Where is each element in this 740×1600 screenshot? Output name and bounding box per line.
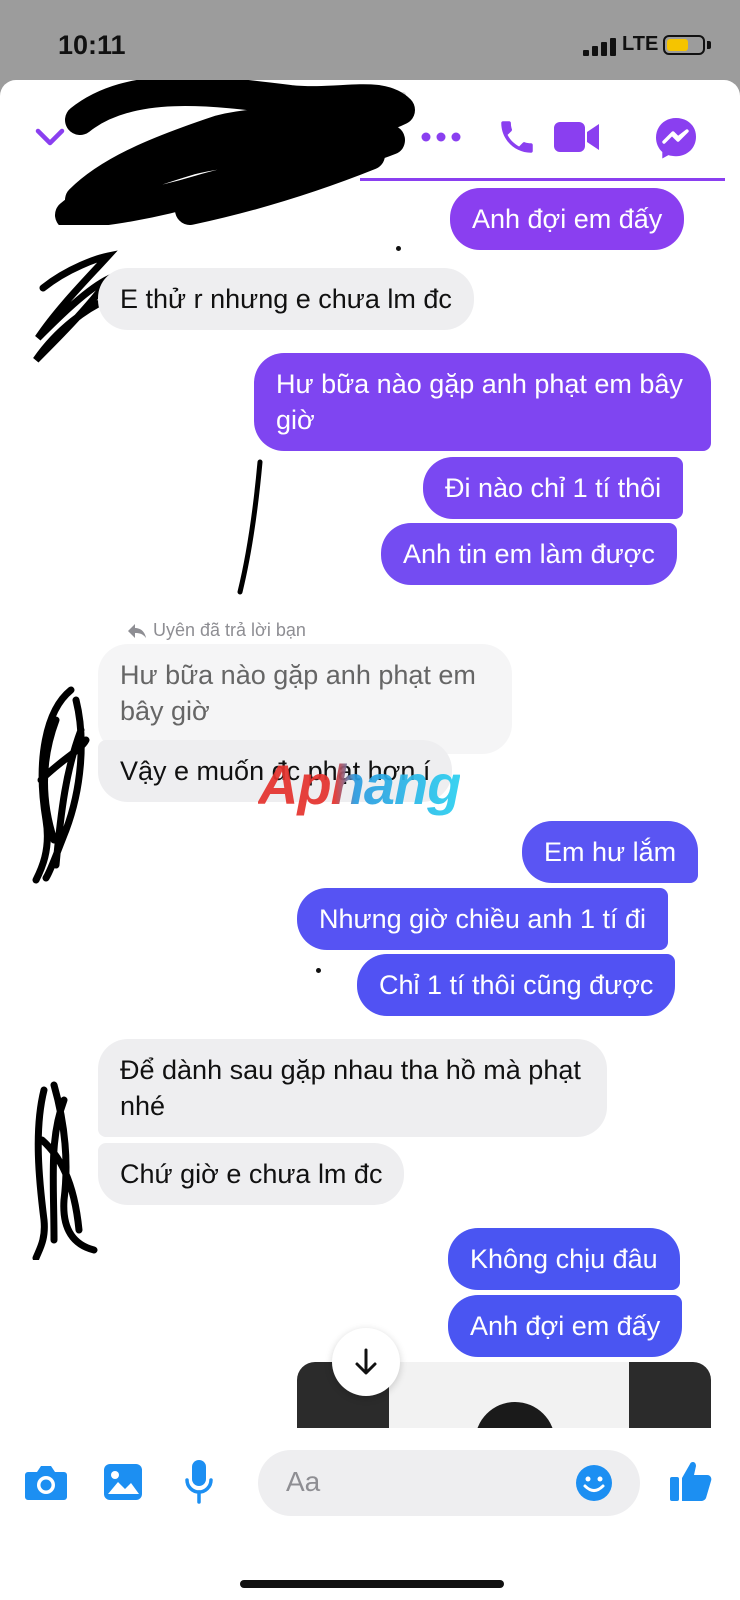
redacted-avatar xyxy=(32,686,90,884)
messenger-icon[interactable] xyxy=(654,116,698,160)
microphone-icon[interactable] xyxy=(184,1458,214,1506)
message-bubble-outgoing[interactable]: Nhưng giờ chiều anh 1 tí đi xyxy=(297,888,668,950)
battery-tip xyxy=(707,41,711,49)
quoted-message[interactable]: Hư bữa nào gặp anh phạt em bây giờ xyxy=(98,644,512,754)
video-icon[interactable] xyxy=(553,120,601,154)
reply-note: Uyên đã trả lời bạn xyxy=(127,620,306,641)
read-dot xyxy=(316,968,321,973)
message-text: Để dành sau gặp nhau tha hồ mà phạt nhé xyxy=(120,1055,581,1121)
message-text: Em hư lắm xyxy=(544,837,677,867)
more-icon[interactable] xyxy=(420,130,462,144)
message-bubble-outgoing[interactable]: Đi nào chỉ 1 tí thôi xyxy=(423,457,684,519)
message-bubble-outgoing[interactable]: Hư bữa nào gặp anh phạt em bây giờ xyxy=(254,353,711,451)
message-text: Không chịu đâu xyxy=(470,1244,658,1274)
message-text: Chứ giờ e chưa lm đc xyxy=(120,1159,383,1189)
message-bubble-incoming[interactable]: E thử r nhưng e chưa lm đc xyxy=(98,268,474,330)
message-text: Nhưng giờ chiều anh 1 tí đi xyxy=(319,904,646,934)
message-bubble-outgoing[interactable]: Chỉ 1 tí thôi cũng được xyxy=(357,954,676,1016)
message-text: Anh tin em làm được xyxy=(403,539,655,569)
message-text: Chỉ 1 tí thôi cũng được xyxy=(379,970,654,1000)
message-text: E thử r nhưng e chưa lm đc xyxy=(120,284,452,314)
camera-icon[interactable] xyxy=(24,1462,68,1502)
quoted-text: Hư bữa nào gặp anh phạt em bây giờ xyxy=(120,660,476,726)
scroll-to-bottom-button[interactable] xyxy=(332,1328,400,1396)
watermark: Aphang xyxy=(258,753,461,816)
emoji-icon[interactable] xyxy=(574,1463,614,1503)
message-composer: Aa xyxy=(0,1428,740,1538)
conversation-sheet: Anh đợi em đấy E thử r nhưng e chưa lm đ… xyxy=(0,80,740,1600)
message-text: Anh đợi em đấy xyxy=(472,204,663,234)
message-bubble-incoming[interactable]: Để dành sau gặp nhau tha hồ mà phạt nhé xyxy=(98,1039,607,1137)
message-bubble-outgoing[interactable]: Em hư lắm xyxy=(522,821,699,883)
message-bubble-outgoing[interactable]: Anh đợi em đấy xyxy=(448,1295,683,1357)
scribble-mark xyxy=(237,459,263,595)
message-input[interactable]: Aa xyxy=(258,1450,640,1516)
thumbs-up-icon[interactable] xyxy=(668,1458,714,1504)
message-bubble-outgoing[interactable]: Anh tin em làm được xyxy=(381,523,677,585)
message-text: Hư bữa nào gặp anh phạt em bây giờ xyxy=(276,369,683,435)
status-time: 10:11 xyxy=(58,30,126,60)
status-bar: 10:11 LTE xyxy=(0,0,740,80)
redacted-contact-name xyxy=(55,80,415,225)
battery-icon xyxy=(663,35,705,55)
message-bubble-incoming[interactable]: Chứ giờ e chưa lm đc xyxy=(98,1143,405,1205)
home-indicator xyxy=(240,1580,504,1588)
message-text: Đi nào chỉ 1 tí thôi xyxy=(445,473,662,503)
message-input-placeholder: Aa xyxy=(286,1466,321,1497)
arrow-down-icon xyxy=(355,1348,377,1375)
image-icon[interactable] xyxy=(102,1462,144,1502)
message-bubble-outgoing[interactable]: Anh đợi em đấy xyxy=(450,188,685,250)
signal-icon xyxy=(583,36,623,56)
read-dot xyxy=(396,246,401,251)
message-bubble-outgoing[interactable]: Không chịu đâu xyxy=(448,1228,680,1290)
network-label: LTE xyxy=(622,33,659,55)
reply-icon xyxy=(128,624,146,638)
redacted-avatar xyxy=(32,1081,98,1260)
phone-icon[interactable] xyxy=(496,116,538,158)
message-text: Anh đợi em đấy xyxy=(470,1311,661,1341)
reply-note-text: Uyên đã trả lời bạn xyxy=(153,620,306,640)
